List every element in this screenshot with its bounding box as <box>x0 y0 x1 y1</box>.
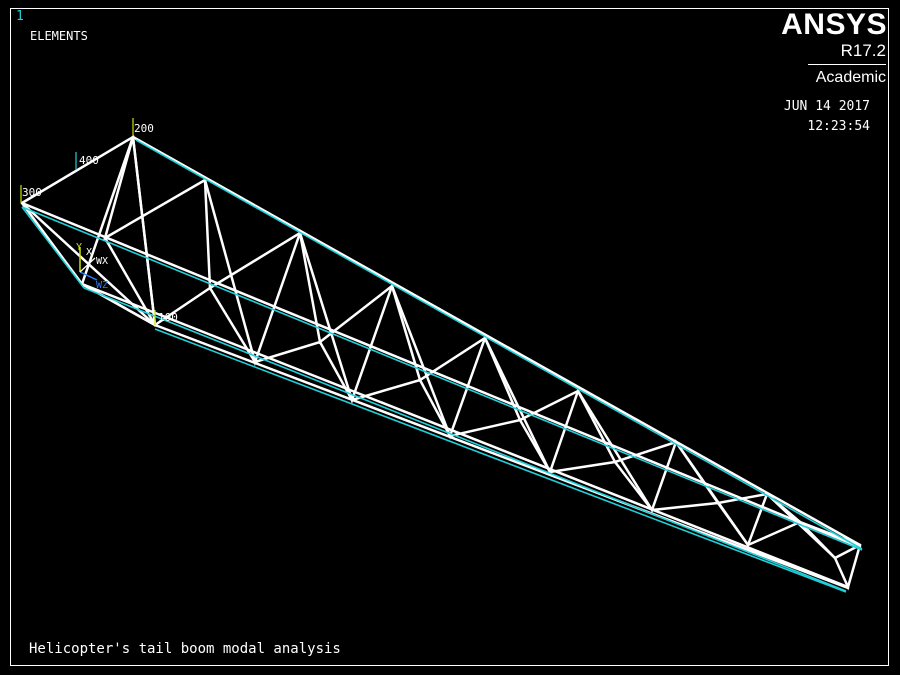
rear-frame <box>833 543 862 591</box>
chord-lower-side <box>80 282 850 589</box>
keypoint-label-d: 100 <box>158 311 178 324</box>
keypoint-label-c: 300 <box>22 186 42 199</box>
triad-y-label: Y <box>76 242 82 253</box>
keypoint-label-b: 400 <box>79 154 99 167</box>
keypoint-label-a: 200 <box>134 122 154 135</box>
bottom-web-b <box>131 135 157 327</box>
triad-x-label: X <box>86 247 92 258</box>
plot-title: Helicopter's tail boom modal analysis <box>29 641 341 657</box>
chord-bottom <box>153 323 850 590</box>
triad-wx-label: WX <box>96 256 108 267</box>
model-viewport[interactable]: 200 400 300 100 Y X WX WZ <box>0 0 900 675</box>
truss-elements <box>20 134 862 591</box>
triad-wz-label: WZ <box>96 280 108 291</box>
